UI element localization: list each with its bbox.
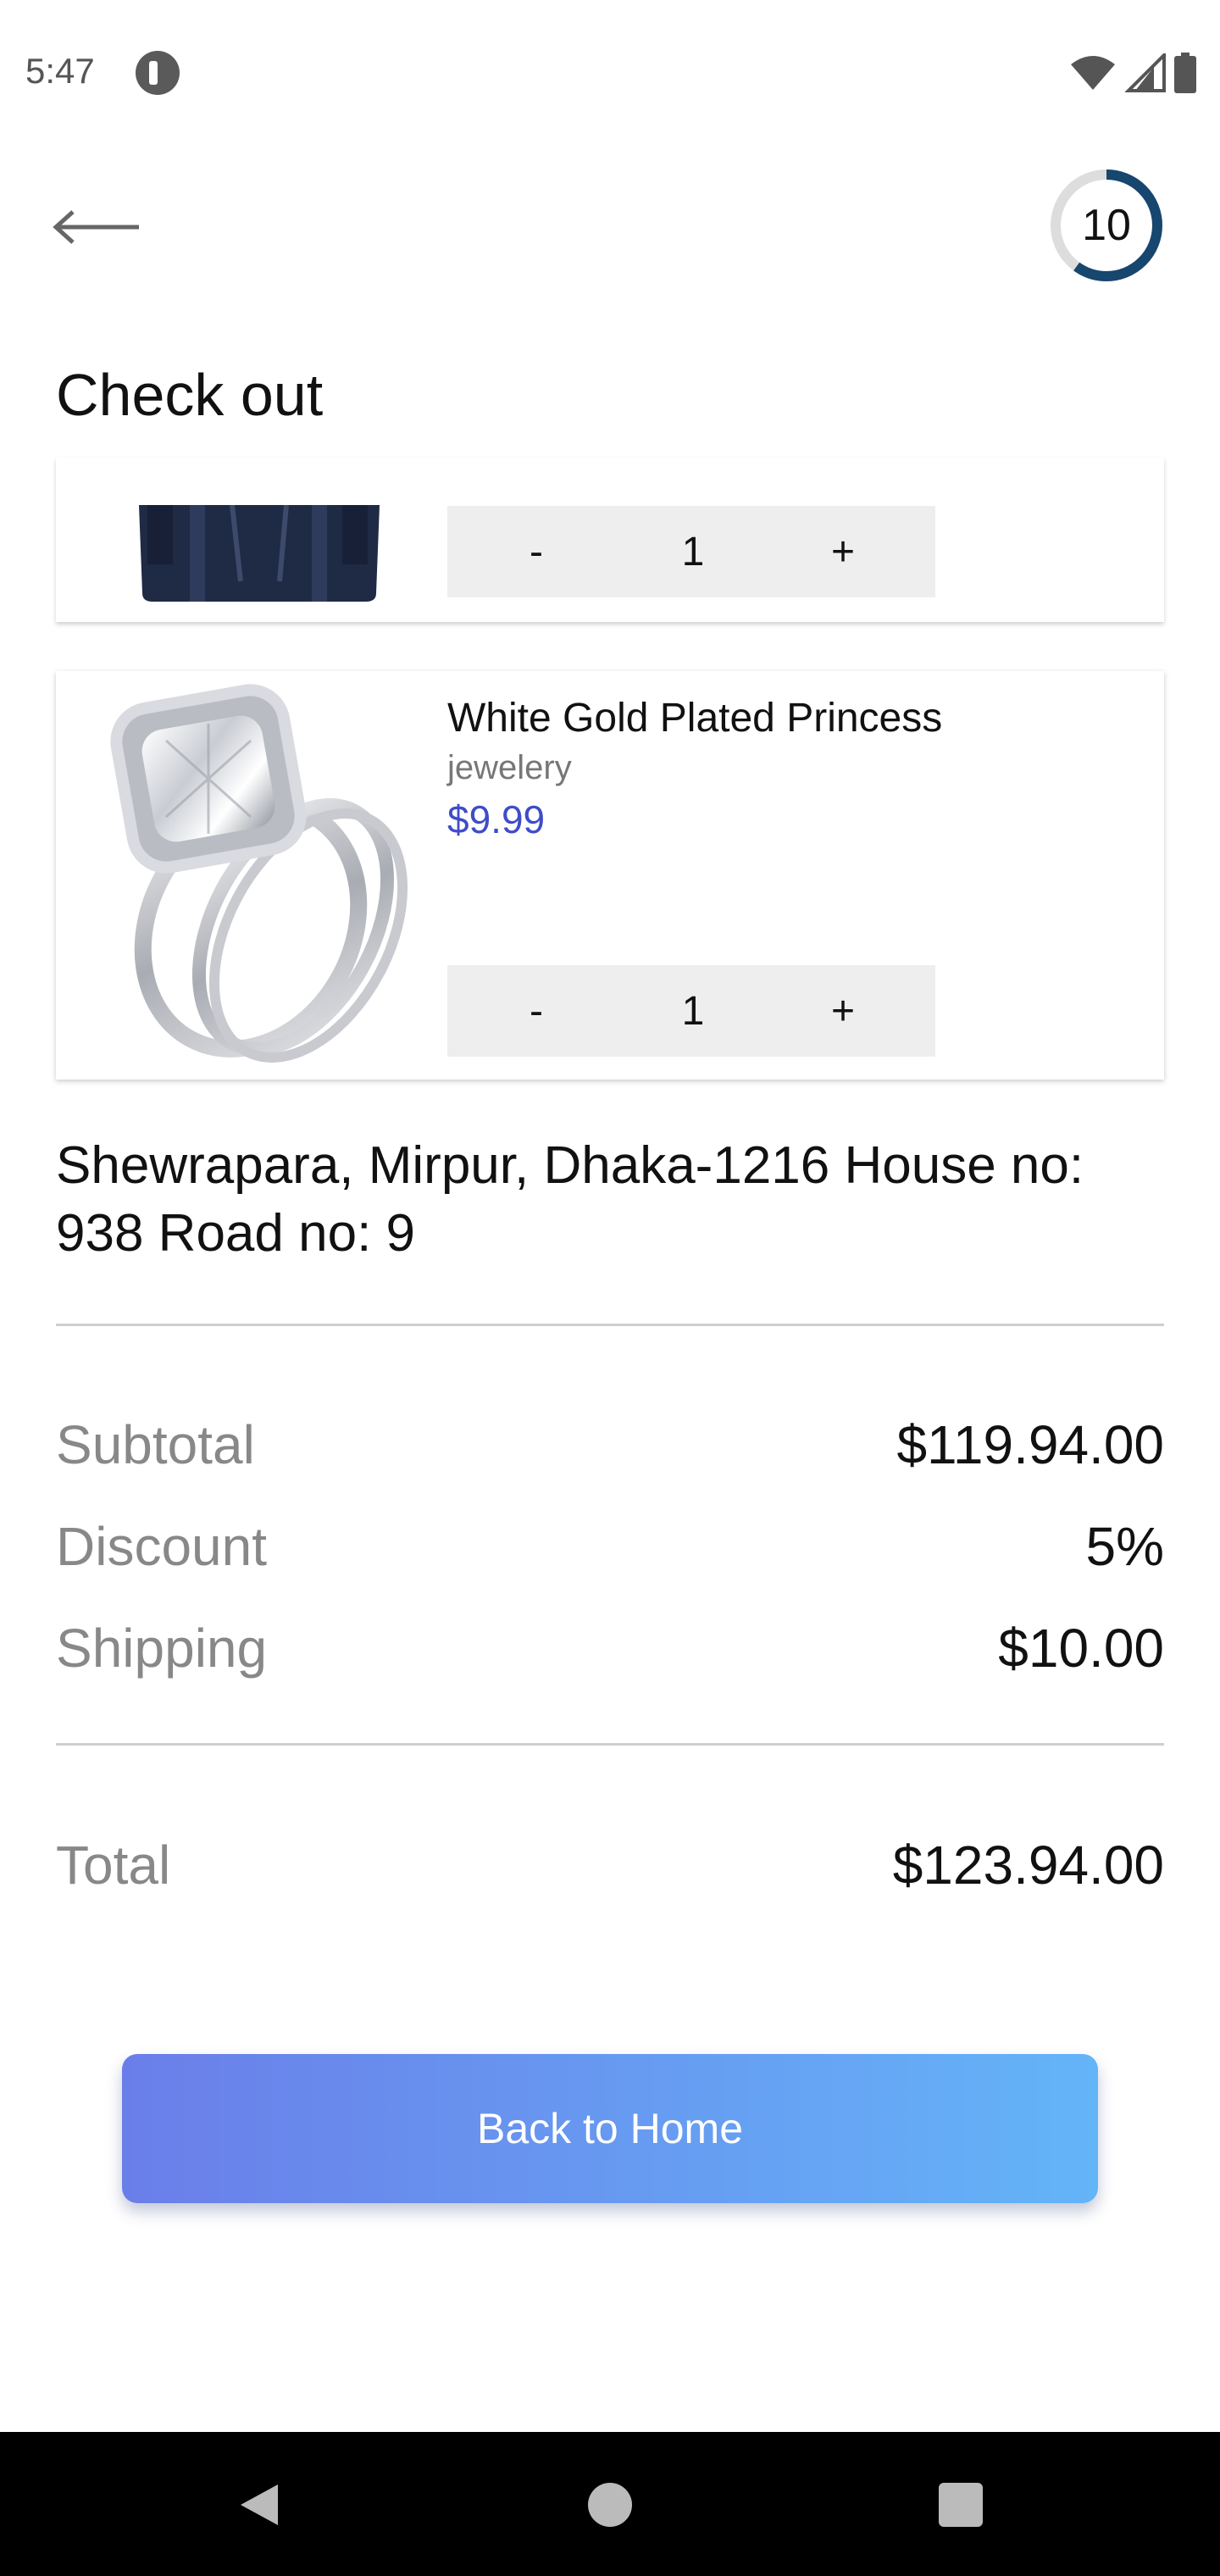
increase-quantity-button[interactable]: + [813,506,873,597]
decrease-quantity-button[interactable]: - [507,965,566,1057]
product-category: jewelery [447,749,572,786]
nav-recents-icon[interactable] [939,2483,983,2527]
quantity-value: 1 [681,988,705,1034]
cart-item-card: - 1 + [56,458,1164,622]
discount-label: Discount [56,1516,267,1577]
page-title: Check out [56,362,324,428]
shipping-value: $10.00 [998,1618,1164,1679]
app-notification-icon [136,51,180,95]
timer-value: 10 [1082,201,1131,250]
arrow-left-icon[interactable] [53,208,141,246]
discount-value: 5% [1085,1516,1165,1577]
nav-back-icon[interactable] [234,2479,285,2530]
quantity-value: 1 [681,529,705,575]
total-label: Total [56,1835,171,1896]
increase-quantity-button[interactable]: + [813,965,873,1057]
decrease-quantity-button[interactable]: - [507,506,566,597]
quantity-stepper: - 1 + [447,506,935,597]
signal-icon [1125,53,1166,92]
wifi-icon [1071,56,1115,90]
subtotal-label: Subtotal [56,1414,255,1475]
back-to-home-button[interactable]: Back to Home [122,2054,1098,2203]
battery-icon [1174,53,1196,93]
shipping-label: Shipping [56,1618,268,1679]
navy-bag-image [139,505,380,602]
cart-item-card: White Gold Plated Princess jewelery $9.9… [56,671,1164,1080]
product-name: White Gold Plated Princess [447,696,943,741]
product-price: $9.99 [447,797,546,841]
quantity-stepper: - 1 + [447,965,935,1057]
divider [56,1324,1164,1326]
status-time: 5:47 [25,51,95,91]
total-value: $123.94.00 [892,1835,1164,1896]
shipping-address: Shewrapara, Mirpur, Dhaka-1216 House no:… [56,1136,1084,1263]
status-icons [1069,51,1196,95]
nav-home-icon[interactable] [588,2483,632,2527]
diamond-ring-image [110,684,408,1063]
subtotal-value: $119.94.00 [896,1414,1164,1475]
divider [56,1743,1164,1746]
